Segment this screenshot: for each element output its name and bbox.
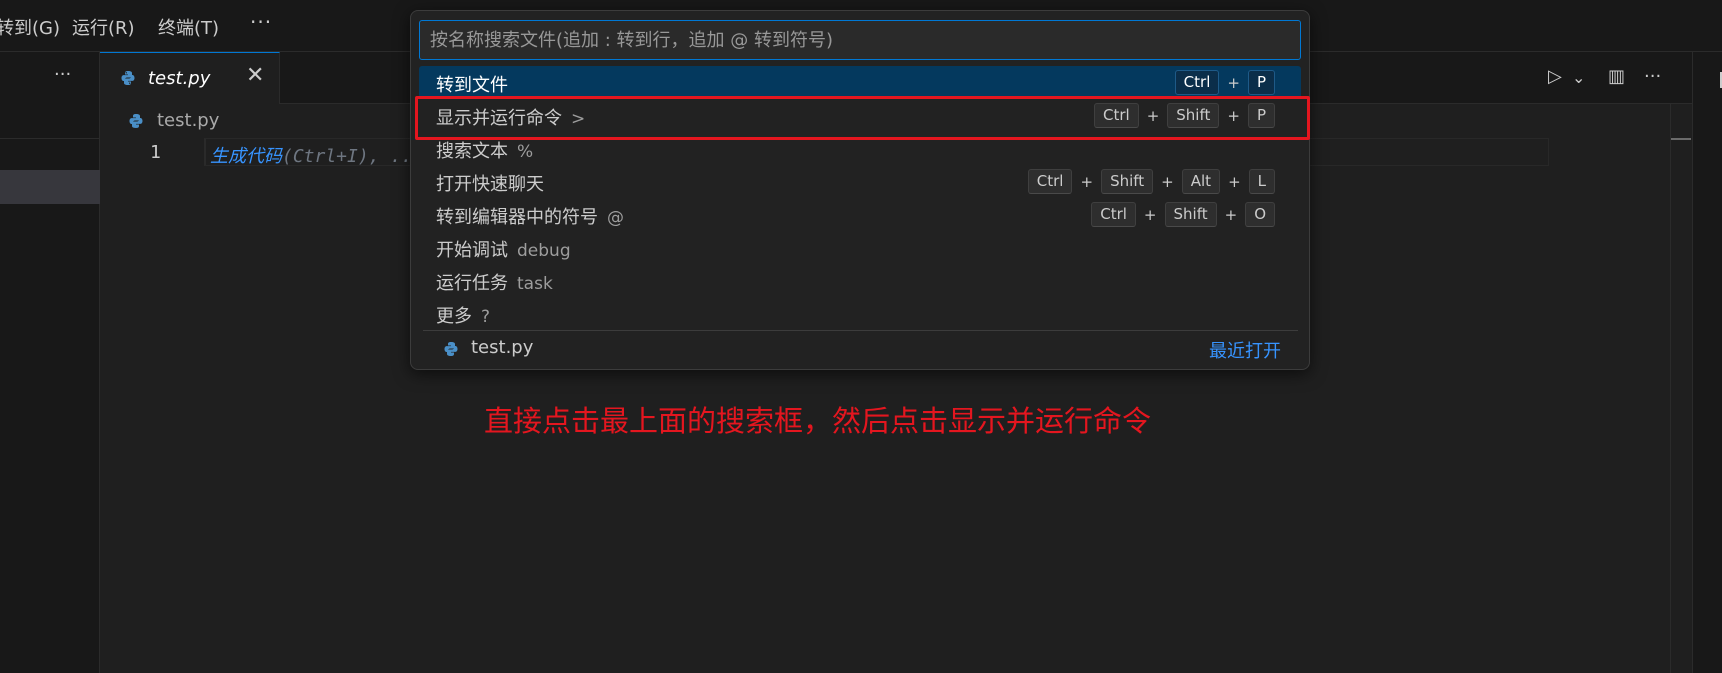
key-ctrl: Ctrl: [1091, 202, 1136, 227]
quick-pick-search-input[interactable]: [419, 20, 1301, 60]
item-label: 搜索文本: [436, 141, 508, 162]
quick-pick-item-goto-symbol[interactable]: 转到编辑器中的符号 @ Ctrl + Shift + O: [419, 198, 1301, 231]
quick-pick-item-start-debug[interactable]: 开始调试 debug: [419, 231, 1301, 264]
close-icon[interactable]: ✕: [246, 63, 264, 88]
scrollbar-marker: [1671, 138, 1691, 140]
inline-chat-hint: 生成代码(Ctrl+I), ...: [210, 142, 423, 168]
key-p: P: [1247, 70, 1275, 95]
keybinding: Ctrl + P: [1174, 70, 1275, 95]
python-file-icon: [121, 71, 135, 85]
tab-label: test.py: [148, 68, 211, 89]
key-alt: Alt: [1181, 169, 1221, 194]
key-ctrl: Ctrl: [1174, 70, 1220, 95]
scrollbar-track[interactable]: [1670, 104, 1671, 673]
quick-pick-separator: [423, 330, 1298, 331]
item-label: 开始调试: [436, 240, 508, 261]
breadcrumb-file[interactable]: test.py: [157, 110, 219, 131]
annotation-text: 直接点击最上面的搜索框，然后点击显示并运行命令: [484, 404, 1152, 438]
sidebar-more-icon[interactable]: ···: [54, 64, 71, 85]
item-prefix: task: [517, 274, 553, 294]
quick-pick-widget: 转到文件 Ctrl+P 显示并运行命令> Ctrl+Shift+P 搜索文本% …: [410, 10, 1310, 370]
menu-terminal[interactable]: 终端(T): [158, 14, 219, 40]
secondary-sidebar: [1692, 52, 1722, 673]
item-prefix: ?: [481, 307, 491, 327]
item-label: 打开快速聊天: [436, 174, 544, 195]
quick-pick-item-more[interactable]: 更多?: [419, 297, 1301, 330]
menu-more-icon[interactable]: ···: [250, 10, 272, 34]
key-l: L: [1248, 169, 1275, 194]
sidebar-divider: [0, 138, 100, 139]
key-shift: Shift: [1164, 202, 1217, 227]
item-label: 转到文件: [436, 75, 508, 96]
python-file-icon: [444, 342, 458, 356]
key-o: O: [1245, 202, 1275, 227]
recently-opened-label: 最近打开: [1209, 341, 1281, 362]
run-icon[interactable]: ▷: [1548, 66, 1562, 87]
menu-goto[interactable]: 转到(G): [0, 14, 60, 40]
split-editor-icon[interactable]: ▥: [1608, 66, 1625, 87]
item-prefix: debug: [517, 241, 571, 261]
sidebar: ···: [0, 52, 100, 673]
hint-text: (Ctrl+I), ...: [282, 146, 423, 167]
item-prefix: @: [607, 208, 624, 228]
item-label: 运行任务: [436, 273, 508, 294]
keybinding: Ctrl + Shift + O: [1091, 202, 1275, 227]
chevron-down-icon[interactable]: ⌄: [1572, 68, 1585, 87]
quick-pick-item-run-task[interactable]: 运行任务 task: [419, 264, 1301, 297]
recent-file-test-py[interactable]: test.py: [471, 337, 533, 358]
sidebar-selected-item[interactable]: [0, 170, 100, 204]
quick-pick-item-quick-chat[interactable]: 打开快速聊天 Ctrl + Shift + Alt + L: [419, 165, 1301, 198]
python-file-icon: [129, 114, 143, 128]
tab-test-py[interactable]: test.py ✕: [100, 52, 280, 104]
item-prefix: %: [517, 142, 534, 162]
quick-pick-item-goto-file[interactable]: 转到文件 Ctrl + P: [419, 66, 1301, 99]
item-label: 更多: [436, 306, 472, 327]
keybinding: Ctrl + Shift + Alt + L: [1027, 169, 1275, 194]
line-number: 1: [150, 142, 161, 163]
generate-code-link[interactable]: 生成代码: [210, 146, 282, 167]
editor-more-icon[interactable]: ···: [1644, 66, 1661, 87]
item-label: 转到编辑器中的符号: [436, 207, 598, 228]
annotation-highlight-box: [415, 96, 1310, 140]
key-ctrl: Ctrl: [1027, 169, 1073, 194]
menu-run[interactable]: 运行(R): [72, 14, 135, 40]
key-shift: Shift: [1101, 169, 1154, 194]
